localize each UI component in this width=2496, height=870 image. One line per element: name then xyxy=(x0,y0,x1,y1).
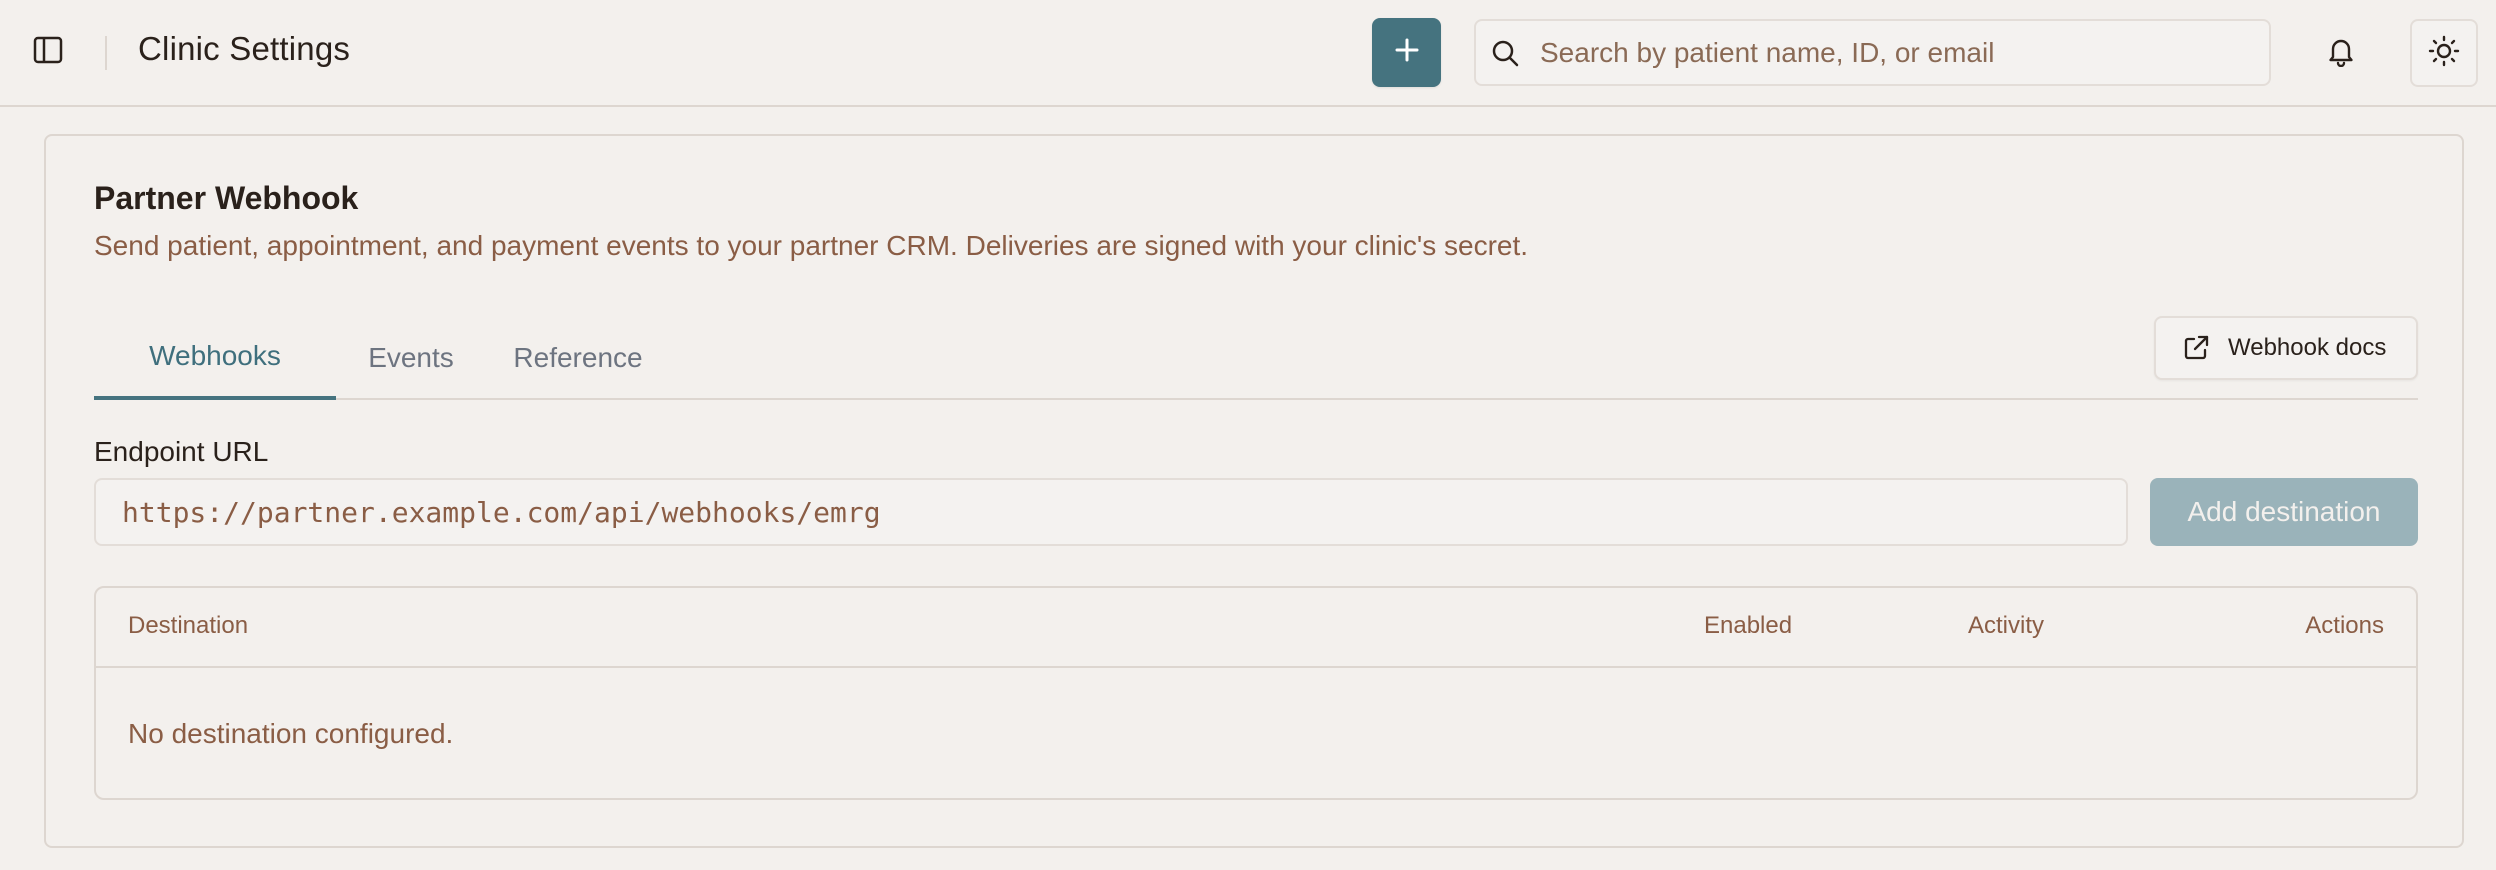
partner-webhook-card: Partner Webhook Send patient, appointmen… xyxy=(44,134,2464,848)
card-subtitle: Send patient, appointment, and payment e… xyxy=(94,230,1529,261)
sun-icon xyxy=(2428,35,2460,72)
endpoint-url-input[interactable] xyxy=(120,494,2100,530)
card-title: Partner Webhook xyxy=(94,180,359,216)
header-divider xyxy=(105,36,107,70)
tab-bar: Webhooks Events Reference xyxy=(94,316,2418,400)
endpoint-url-field[interactable] xyxy=(94,478,2128,546)
column-header-destination: Destination xyxy=(128,612,249,639)
search-icon xyxy=(1488,36,1522,70)
theme-toggle-button[interactable] xyxy=(2410,19,2478,87)
bell-icon xyxy=(2326,35,2356,72)
column-header-enabled: Enabled xyxy=(1704,612,1793,639)
tab-reference[interactable]: Reference xyxy=(486,316,670,400)
add-destination-button[interactable]: Add destination xyxy=(2150,478,2418,546)
sidebar-toggle-button[interactable] xyxy=(26,30,70,74)
search-input[interactable] xyxy=(1538,35,2238,70)
add-button[interactable] xyxy=(1372,18,1441,87)
webhook-docs-label: Webhook docs xyxy=(2228,334,2387,361)
destinations-table: Destination Enabled Activity Actions No … xyxy=(94,586,2418,800)
plus-icon xyxy=(1393,36,1421,69)
top-bar: Clinic Settings xyxy=(0,0,2496,107)
tab-webhooks[interactable]: Webhooks xyxy=(94,316,336,400)
webhook-docs-button[interactable]: Webhook docs xyxy=(2154,316,2418,380)
search-box[interactable] xyxy=(1474,19,2271,86)
empty-state-message: No destination configured. xyxy=(128,718,454,749)
external-link-icon xyxy=(2180,332,2212,364)
column-header-activity: Activity xyxy=(1968,612,2045,639)
notifications-button[interactable] xyxy=(2318,30,2364,76)
page-title: Clinic Settings xyxy=(138,30,351,67)
table-header: Destination Enabled Activity Actions xyxy=(96,588,2416,668)
sidebar-icon xyxy=(33,36,63,69)
tab-events[interactable]: Events xyxy=(336,316,486,400)
column-header-actions: Actions xyxy=(2305,612,2384,639)
endpoint-url-label: Endpoint URL xyxy=(94,436,269,467)
